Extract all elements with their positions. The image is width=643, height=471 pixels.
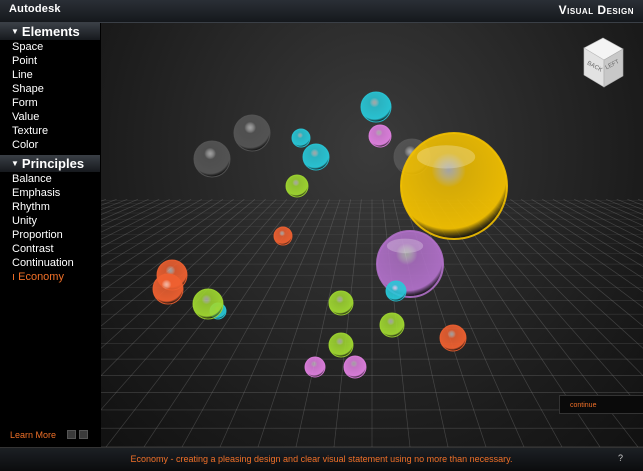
purple-sphere-large-highlight [386, 238, 424, 254]
autodesk-logo: Autodesk [9, 3, 61, 15]
sidebar-item-color[interactable]: Color [0, 138, 100, 152]
caption-bar: Economy - creating a pleasing design and… [0, 447, 643, 471]
elements-heading-label: Elements [21, 24, 80, 39]
pink-sphere-3[interactable] [343, 355, 367, 379]
triangle-down-icon: ▼ [11, 27, 19, 36]
gray-sphere-1[interactable] [233, 114, 271, 152]
principles-heading-label: Principles [21, 156, 85, 171]
yellow-sphere-large-highlight [416, 145, 476, 169]
scene-svg: BACK LEFT [101, 37, 643, 447]
cyan-sphere-1[interactable] [360, 91, 392, 123]
sidebar-item-emphasis[interactable]: Emphasis [0, 186, 100, 200]
cyan-sphere-4[interactable] [385, 280, 407, 302]
sidebar-item-unity[interactable]: Unity [0, 214, 100, 228]
green-sphere-5[interactable] [328, 332, 354, 358]
viewcube[interactable]: BACK LEFT [583, 37, 624, 88]
3d-viewport[interactable]: BACK LEFT [101, 23, 643, 447]
sidebar-item-shape[interactable]: Shape [0, 82, 100, 96]
learn-more-link[interactable]: Learn More [10, 430, 56, 440]
sidebar-item-continuation[interactable]: Continuation [0, 256, 100, 270]
sidebar: ▼ Elements Space Point Line Shape Form Value Te… [0, 23, 100, 447]
sidebar-item-form[interactable]: Form [0, 96, 100, 110]
app-title: Visual Design [558, 3, 634, 17]
help-button[interactable]: ? [618, 453, 623, 463]
nav-square-2[interactable] [79, 430, 88, 439]
gray-sphere-2[interactable] [193, 140, 231, 178]
sidebar-item-point[interactable]: Point [0, 54, 100, 68]
orange-sphere-3[interactable] [152, 273, 184, 305]
pink-sphere-2[interactable] [304, 356, 326, 378]
green-sphere-4[interactable] [379, 312, 405, 338]
triangle-down-icon: ▼ [11, 159, 19, 168]
continue-button[interactable]: continue [559, 395, 643, 414]
green-sphere-1[interactable] [285, 174, 309, 198]
title-bar: Autodesk Visual Design [0, 0, 643, 23]
green-sphere-3[interactable] [328, 290, 354, 316]
green-sphere-2[interactable] [192, 288, 224, 320]
principle-caption: Economy - creating a pleasing design and… [130, 454, 513, 464]
sidebar-item-space[interactable]: Space [0, 40, 100, 54]
sidebar-item-contrast[interactable]: Contrast [0, 242, 100, 256]
sidebar-item-rhythm[interactable]: Rhythm [0, 200, 100, 214]
orange-sphere-1[interactable] [273, 226, 293, 246]
cyan-sphere-2[interactable] [291, 128, 311, 148]
cyan-sphere-3[interactable] [302, 143, 330, 171]
sidebar-item-balance[interactable]: Balance [0, 172, 100, 186]
elements-heading[interactable]: ▼ Elements [0, 23, 100, 40]
sidebar-item-line[interactable]: Line [0, 68, 100, 82]
orange-sphere-4[interactable] [439, 324, 467, 352]
sidebar-item-value[interactable]: Value [0, 110, 100, 124]
sidebar-item-proportion[interactable]: Proportion [0, 228, 100, 242]
nav-square-1[interactable] [67, 430, 76, 439]
pink-sphere-1[interactable] [368, 124, 392, 148]
principles-heading[interactable]: ▼ Principles [0, 155, 100, 172]
sidebar-item-economy[interactable]: ı Economy [0, 270, 100, 284]
sidebar-item-texture[interactable]: Texture [0, 124, 100, 138]
